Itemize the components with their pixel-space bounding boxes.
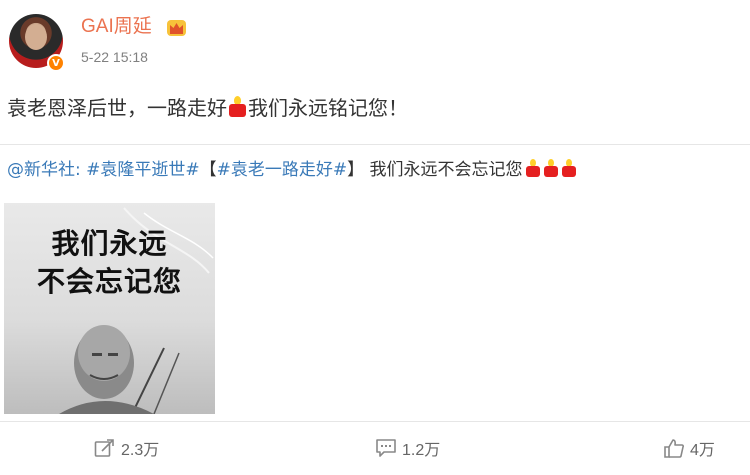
image-text-line2: 不会忘记您 xyxy=(36,265,182,298)
bracket-open: 【 xyxy=(199,160,217,180)
comment-count: 1.2万 xyxy=(402,442,441,459)
repost-body-text: 我们永远不会忘记您 xyxy=(364,160,523,180)
post-text-part2: 我们永远铭记您！ xyxy=(248,96,408,120)
comment-icon xyxy=(376,439,396,457)
post-text-part1: 袁老恩泽后世，一路走好 xyxy=(7,96,227,120)
candle-icon xyxy=(561,159,577,178)
repost-button[interactable]: 2.3万 xyxy=(94,436,159,460)
crown-icon[interactable] xyxy=(166,19,187,37)
weibo-post: V GAI周延 5-22 15:18 袁老恩泽后世，一路走好 我们永远铭记您！ @… xyxy=(0,0,750,421)
action-bar: 2.3万 1.2万 4万 xyxy=(0,421,750,475)
candle-icon xyxy=(228,96,247,118)
repost-icon xyxy=(94,439,114,457)
repost-count: 2.3万 xyxy=(121,442,160,459)
mention-link[interactable]: @新华社: xyxy=(7,160,81,180)
like-button[interactable]: 4万 xyxy=(663,436,715,460)
post-text: 袁老恩泽后世，一路走好 我们永远铭记您！ xyxy=(7,94,408,122)
candle-icon xyxy=(525,159,541,178)
post-timestamp[interactable]: 5-22 15:18 xyxy=(81,49,148,65)
author-name[interactable]: GAI周延 xyxy=(81,15,152,39)
like-count: 4万 xyxy=(690,442,715,459)
repost-text: @新华社: #袁隆平逝世#【#袁老一路走好#】 我们永远不会忘记您 xyxy=(7,159,577,181)
bracket-close: 】 xyxy=(347,160,365,180)
avatar-face xyxy=(25,24,47,50)
hashtag-link-2[interactable]: #袁老一路走好# xyxy=(217,160,348,180)
image-text-line1: 我们永远 xyxy=(51,227,168,260)
divider xyxy=(0,144,750,145)
verified-icon: V xyxy=(47,54,65,72)
comment-button[interactable]: 1.2万 xyxy=(375,436,440,460)
like-icon xyxy=(664,439,684,458)
candle-icon xyxy=(543,159,559,178)
hashtag-link-1[interactable]: #袁隆平逝世# xyxy=(86,160,200,180)
post-image[interactable]: 我们永远 不会忘记您 xyxy=(4,203,215,414)
